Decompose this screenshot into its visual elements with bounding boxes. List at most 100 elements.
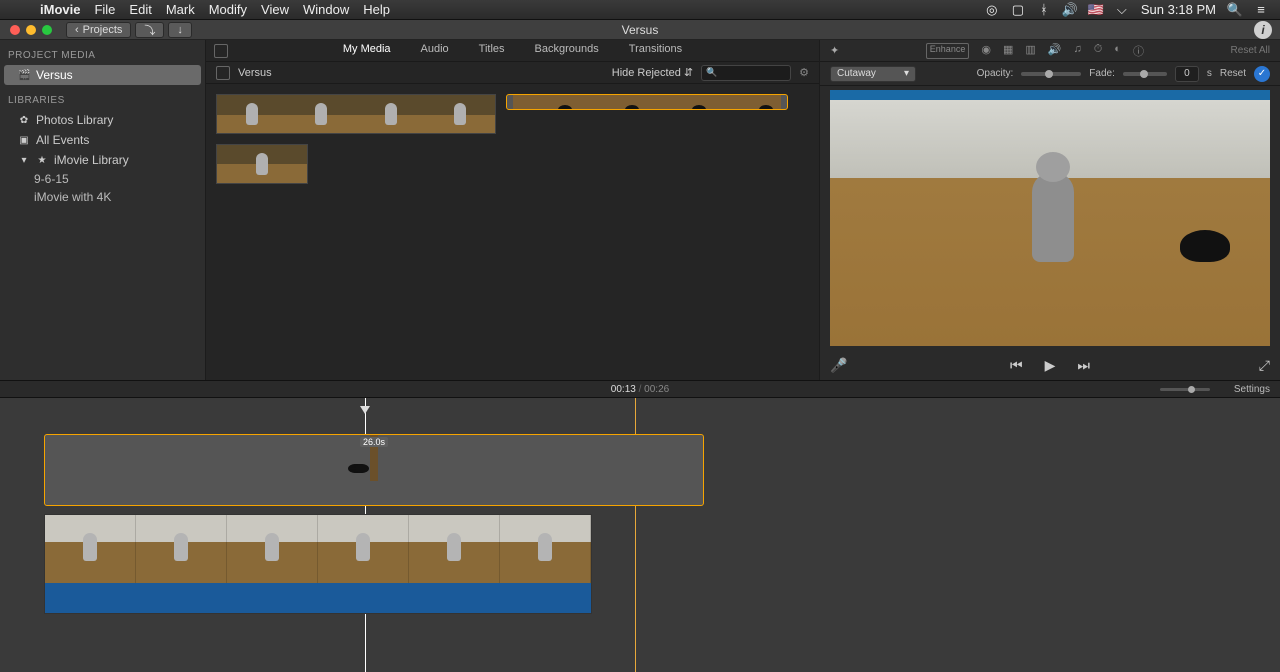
timeline-track-1: 26.0s — [44, 434, 704, 506]
sidebar-project-label: Versus — [36, 68, 73, 82]
sidebar-imovie-label: iMovie Library — [54, 153, 129, 167]
adjust-tab-crop-icon[interactable]: ▦ — [1003, 43, 1013, 59]
back-label: Projects — [83, 24, 123, 36]
sidebar-section-project-media: PROJECT MEDIA — [0, 46, 205, 65]
browser-clip-1[interactable] — [216, 94, 496, 134]
disclosure-down-icon[interactable]: ▾ — [18, 155, 30, 166]
do-not-disturb-icon[interactable]: ◎ — [985, 2, 999, 18]
fullscreen-icon[interactable]: ⤢ — [1259, 357, 1270, 374]
chevron-left-icon: ‹ — [75, 24, 79, 36]
timeline[interactable]: 26.0s — [0, 398, 1280, 672]
browser-search-input[interactable]: 🔍 — [701, 65, 791, 81]
apply-check-icon[interactable]: ✓ — [1254, 66, 1270, 82]
adjust-tab-speed-icon[interactable]: ⏱ — [1094, 43, 1103, 59]
menubar-app[interactable]: iMovie — [40, 2, 80, 17]
chevron-down-icon: ▾ — [904, 68, 909, 79]
preview-canvas[interactable] — [830, 90, 1270, 346]
voiceover-mic-icon[interactable]: 🎤 — [830, 357, 847, 374]
menu-help[interactable]: Help — [363, 2, 390, 17]
info-button[interactable]: i — [1254, 21, 1272, 39]
share-icon: ↓ — [177, 24, 183, 36]
sidebar-project-versus[interactable]: 🎬 Versus — [4, 65, 201, 85]
flag-icon[interactable]: 🇺🇸 — [1089, 2, 1103, 18]
enhance-wand-icon[interactable]: ✦ — [830, 44, 839, 57]
fade-value-field[interactable]: 0 — [1175, 66, 1199, 82]
window-minimize-button[interactable] — [26, 25, 36, 35]
sidebar-all-events[interactable]: ▣ All Events — [0, 130, 205, 150]
timeline-settings-button[interactable]: Settings — [1234, 384, 1270, 395]
bluetooth-icon[interactable]: ᚼ — [1037, 2, 1051, 17]
hide-rejected-dropdown[interactable]: Hide Rejected ⇵ — [612, 66, 693, 79]
fade-slider[interactable] — [1123, 72, 1167, 76]
preview-subject — [1032, 172, 1074, 262]
opacity-slider[interactable] — [1021, 72, 1081, 76]
zoom-slider[interactable] — [1160, 388, 1210, 391]
browser-tabs: My Media Audio Titles Backgrounds Transi… — [206, 40, 819, 62]
clip-grid: 26.0s — [206, 84, 819, 380]
share-button[interactable]: ↓ — [168, 22, 192, 38]
fade-label: Fade: — [1089, 68, 1115, 79]
window-close-button[interactable] — [10, 25, 20, 35]
photos-icon: ✿ — [18, 115, 30, 126]
play-button[interactable]: ▶ — [1045, 357, 1056, 374]
back-to-projects-button[interactable]: ‹ Projects — [66, 22, 131, 38]
prev-frame-button[interactable]: ⏮ — [1010, 357, 1023, 374]
sidebar-event-9-6-15[interactable]: 9-6-15 — [0, 170, 205, 188]
menubar-clock[interactable]: Sun 3:18 PM — [1141, 2, 1216, 17]
wifi-icon[interactable]: ⌵ — [1115, 2, 1129, 18]
import-icon: ⤵ — [144, 22, 155, 38]
spotlight-icon[interactable]: 🔍 — [1228, 2, 1242, 18]
volume-icon[interactable]: 🔊 — [1063, 2, 1077, 18]
tab-my-media[interactable]: My Media — [339, 41, 395, 57]
reset-button[interactable]: Reset — [1220, 68, 1246, 79]
overlay-mode-select[interactable]: Cutaway ▾ — [830, 66, 916, 82]
sidebar-event-4k[interactable]: iMovie with 4K — [0, 188, 205, 206]
overlay-mode-value: Cutaway — [837, 68, 876, 79]
viewer-panel: ✦ Enhance ◉ ▦ ▥ 🔊 ♫ ⏱ ◐ ⓘ Reset All Cuta… — [820, 40, 1280, 380]
window-titlebar: ‹ Projects ⤵ ↓ Versus i — [0, 20, 1280, 40]
menu-edit[interactable]: Edit — [129, 2, 151, 17]
adjust-tab-filter-icon[interactable]: ◐ — [1114, 43, 1121, 59]
adjust-tab-color-balance-icon[interactable]: Enhance — [926, 43, 970, 59]
menu-view[interactable]: View — [261, 2, 289, 17]
tab-backgrounds[interactable]: Backgrounds — [531, 41, 603, 57]
menu-window[interactable]: Window — [303, 2, 349, 17]
airplay-icon[interactable]: ▢ — [1011, 2, 1025, 18]
menu-file[interactable]: File — [94, 2, 115, 17]
fade-unit: s — [1207, 68, 1212, 79]
timeline-clip-2[interactable] — [44, 514, 592, 614]
timeline-header: 00:13 / 00:26 Settings — [0, 380, 1280, 398]
clapper-icon: 🎬 — [18, 70, 30, 81]
browser-settings-gear-icon[interactable]: ⚙ — [799, 66, 809, 79]
timecode-current: 00:13 — [611, 384, 636, 395]
browser-clip-2[interactable]: 26.0s — [506, 94, 788, 110]
reset-all-button[interactable]: Reset All — [1231, 45, 1270, 56]
sidebar-photos-library[interactable]: ✿ Photos Library — [0, 110, 205, 130]
sidebar-imovie-library[interactable]: ▾ ★ iMovie Library — [0, 150, 205, 170]
media-browser: My Media Audio Titles Backgrounds Transi… — [206, 40, 820, 380]
browser-clip-3[interactable] — [216, 144, 308, 184]
import-button[interactable]: ⤵ — [135, 22, 164, 38]
adjust-tab-color-correction-icon[interactable]: ◉ — [981, 43, 991, 59]
menu-modify[interactable]: Modify — [209, 2, 247, 17]
adjust-tab-info-icon[interactable]: ⓘ — [1133, 43, 1144, 59]
tab-audio[interactable]: Audio — [417, 41, 453, 57]
tab-transitions[interactable]: Transitions — [625, 41, 686, 57]
browser-toggle-button[interactable] — [214, 44, 228, 58]
tab-titles[interactable]: Titles — [475, 41, 509, 57]
timeline-clip-duration: 26.0s — [360, 437, 388, 447]
preview-mouse — [1180, 230, 1230, 262]
adjust-tab-stabilize-icon[interactable]: ▥ — [1025, 43, 1035, 59]
opacity-label: Opacity: — [977, 68, 1014, 79]
star-icon: ★ — [36, 155, 48, 166]
notification-center-icon[interactable]: ≡ — [1254, 2, 1268, 17]
timeline-clip-1[interactable]: 26.0s — [44, 434, 704, 506]
menu-mark[interactable]: Mark — [166, 2, 195, 17]
window-zoom-button[interactable] — [42, 25, 52, 35]
adjust-tab-noise-icon[interactable]: ♫ — [1073, 43, 1081, 59]
adjust-tab-volume-icon[interactable]: 🔊 — [1048, 43, 1062, 59]
sidebar-events-label: All Events — [36, 133, 89, 147]
list-view-toggle[interactable] — [216, 66, 230, 80]
events-icon: ▣ — [18, 135, 30, 146]
next-frame-button[interactable]: ⏭ — [1077, 357, 1090, 374]
